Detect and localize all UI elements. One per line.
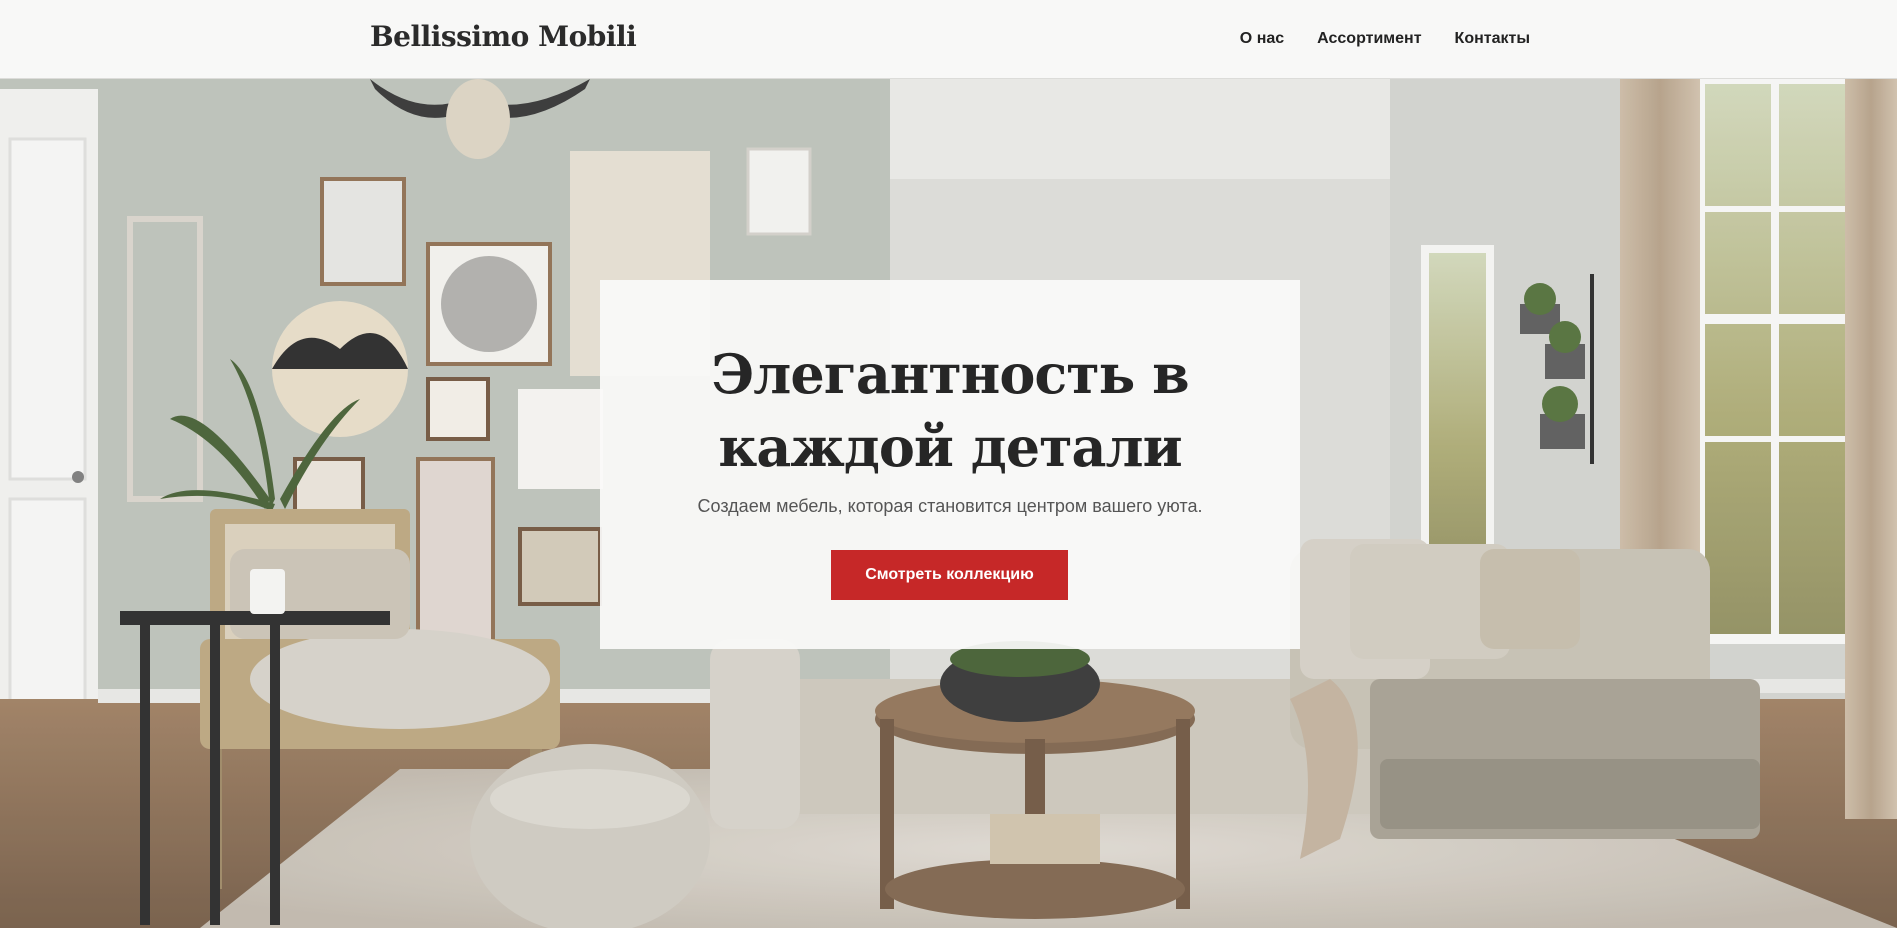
nav-link-about[interactable]: О нас: [1240, 30, 1284, 48]
hero-card: Элегантность в каждой детали Создаем меб…: [600, 280, 1300, 649]
nav-link-contacts[interactable]: Контакты: [1455, 30, 1530, 48]
hero-title-line2: каждой детали: [718, 415, 1182, 479]
hero-subtitle: Создаем мебель, которая становится центр…: [697, 496, 1203, 516]
main-nav: О нас Ассортимент Контакты: [1240, 30, 1530, 48]
site-header: Bellissimo Mobili О нас Ассортимент Конт…: [0, 0, 1897, 79]
brand-logo[interactable]: Bellissimo Mobili: [370, 20, 637, 53]
nav-link-catalog[interactable]: Ассортимент: [1317, 30, 1421, 48]
hero-title-line1: Элегантность в: [711, 342, 1189, 406]
hero-title: Элегантность в каждой детали: [600, 338, 1300, 484]
view-collection-button[interactable]: Смотреть коллекцию: [831, 550, 1068, 600]
